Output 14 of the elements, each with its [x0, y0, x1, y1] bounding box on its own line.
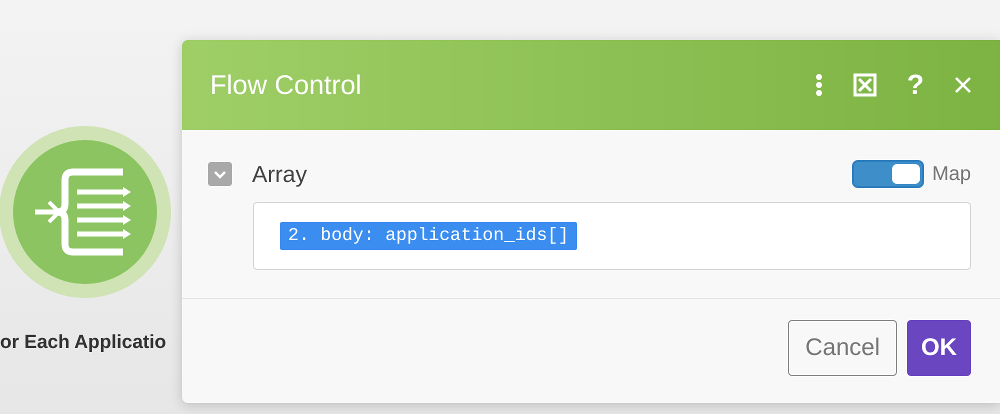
close-icon[interactable]	[954, 76, 972, 94]
array-input-field[interactable]: 2. body: application_ids[]	[253, 202, 971, 270]
help-icon[interactable]: ?	[906, 71, 924, 99]
dialog-title: Flow Control	[210, 70, 362, 100]
cancel-button[interactable]: Cancel	[788, 320, 897, 376]
node-label: or Each Applicatio	[0, 332, 166, 354]
ok-button[interactable]: OK	[907, 320, 971, 376]
mapped-value-pill[interactable]: 2. body: application_ids[]	[280, 222, 577, 250]
fullscreen-icon[interactable]	[852, 73, 877, 97]
field-label: Array	[252, 160, 307, 188]
more-icon[interactable]	[814, 74, 823, 96]
toggle-label: Map	[932, 162, 971, 186]
collapse-toggle-icon[interactable]	[208, 162, 232, 186]
map-toggle[interactable]	[852, 160, 924, 188]
